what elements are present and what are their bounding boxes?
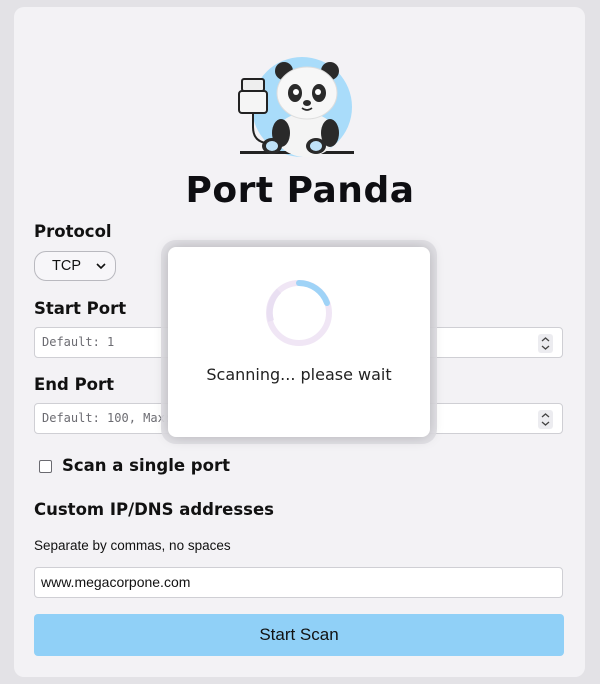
panda-logo (238, 57, 354, 157)
loading-spinner-icon (266, 280, 332, 346)
custom-ip-value: www.megacorpone.com (41, 574, 191, 590)
chevron-down-icon (96, 263, 106, 270)
start-port-placeholder: Default: 1 (42, 335, 115, 349)
stepper-icon[interactable] (538, 334, 553, 353)
single-port-label: Scan a single port (62, 456, 230, 475)
end-port-label: End Port (34, 375, 115, 394)
app-title: Port Panda (185, 170, 415, 211)
start-port-label: Start Port (34, 299, 127, 318)
protocol-selected-value: TCP (52, 258, 81, 274)
custom-ip-input[interactable]: www.megacorpone.com (34, 567, 563, 598)
scanning-message: Scanning... please wait (206, 365, 392, 384)
end-port-placeholder: Default: 100, Max: 6 (42, 411, 187, 425)
custom-ip-hint: Separate by commas, no spaces (34, 538, 231, 553)
protocol-label: Protocol (34, 222, 112, 241)
single-port-checkbox[interactable] (39, 460, 52, 473)
scanning-modal: Scanning... please wait (168, 247, 430, 437)
protocol-select[interactable]: TCP (34, 251, 116, 281)
custom-ip-label: Custom IP/DNS addresses (34, 500, 274, 519)
start-scan-button[interactable]: Start Scan (34, 614, 564, 656)
stepper-icon[interactable] (538, 410, 553, 429)
